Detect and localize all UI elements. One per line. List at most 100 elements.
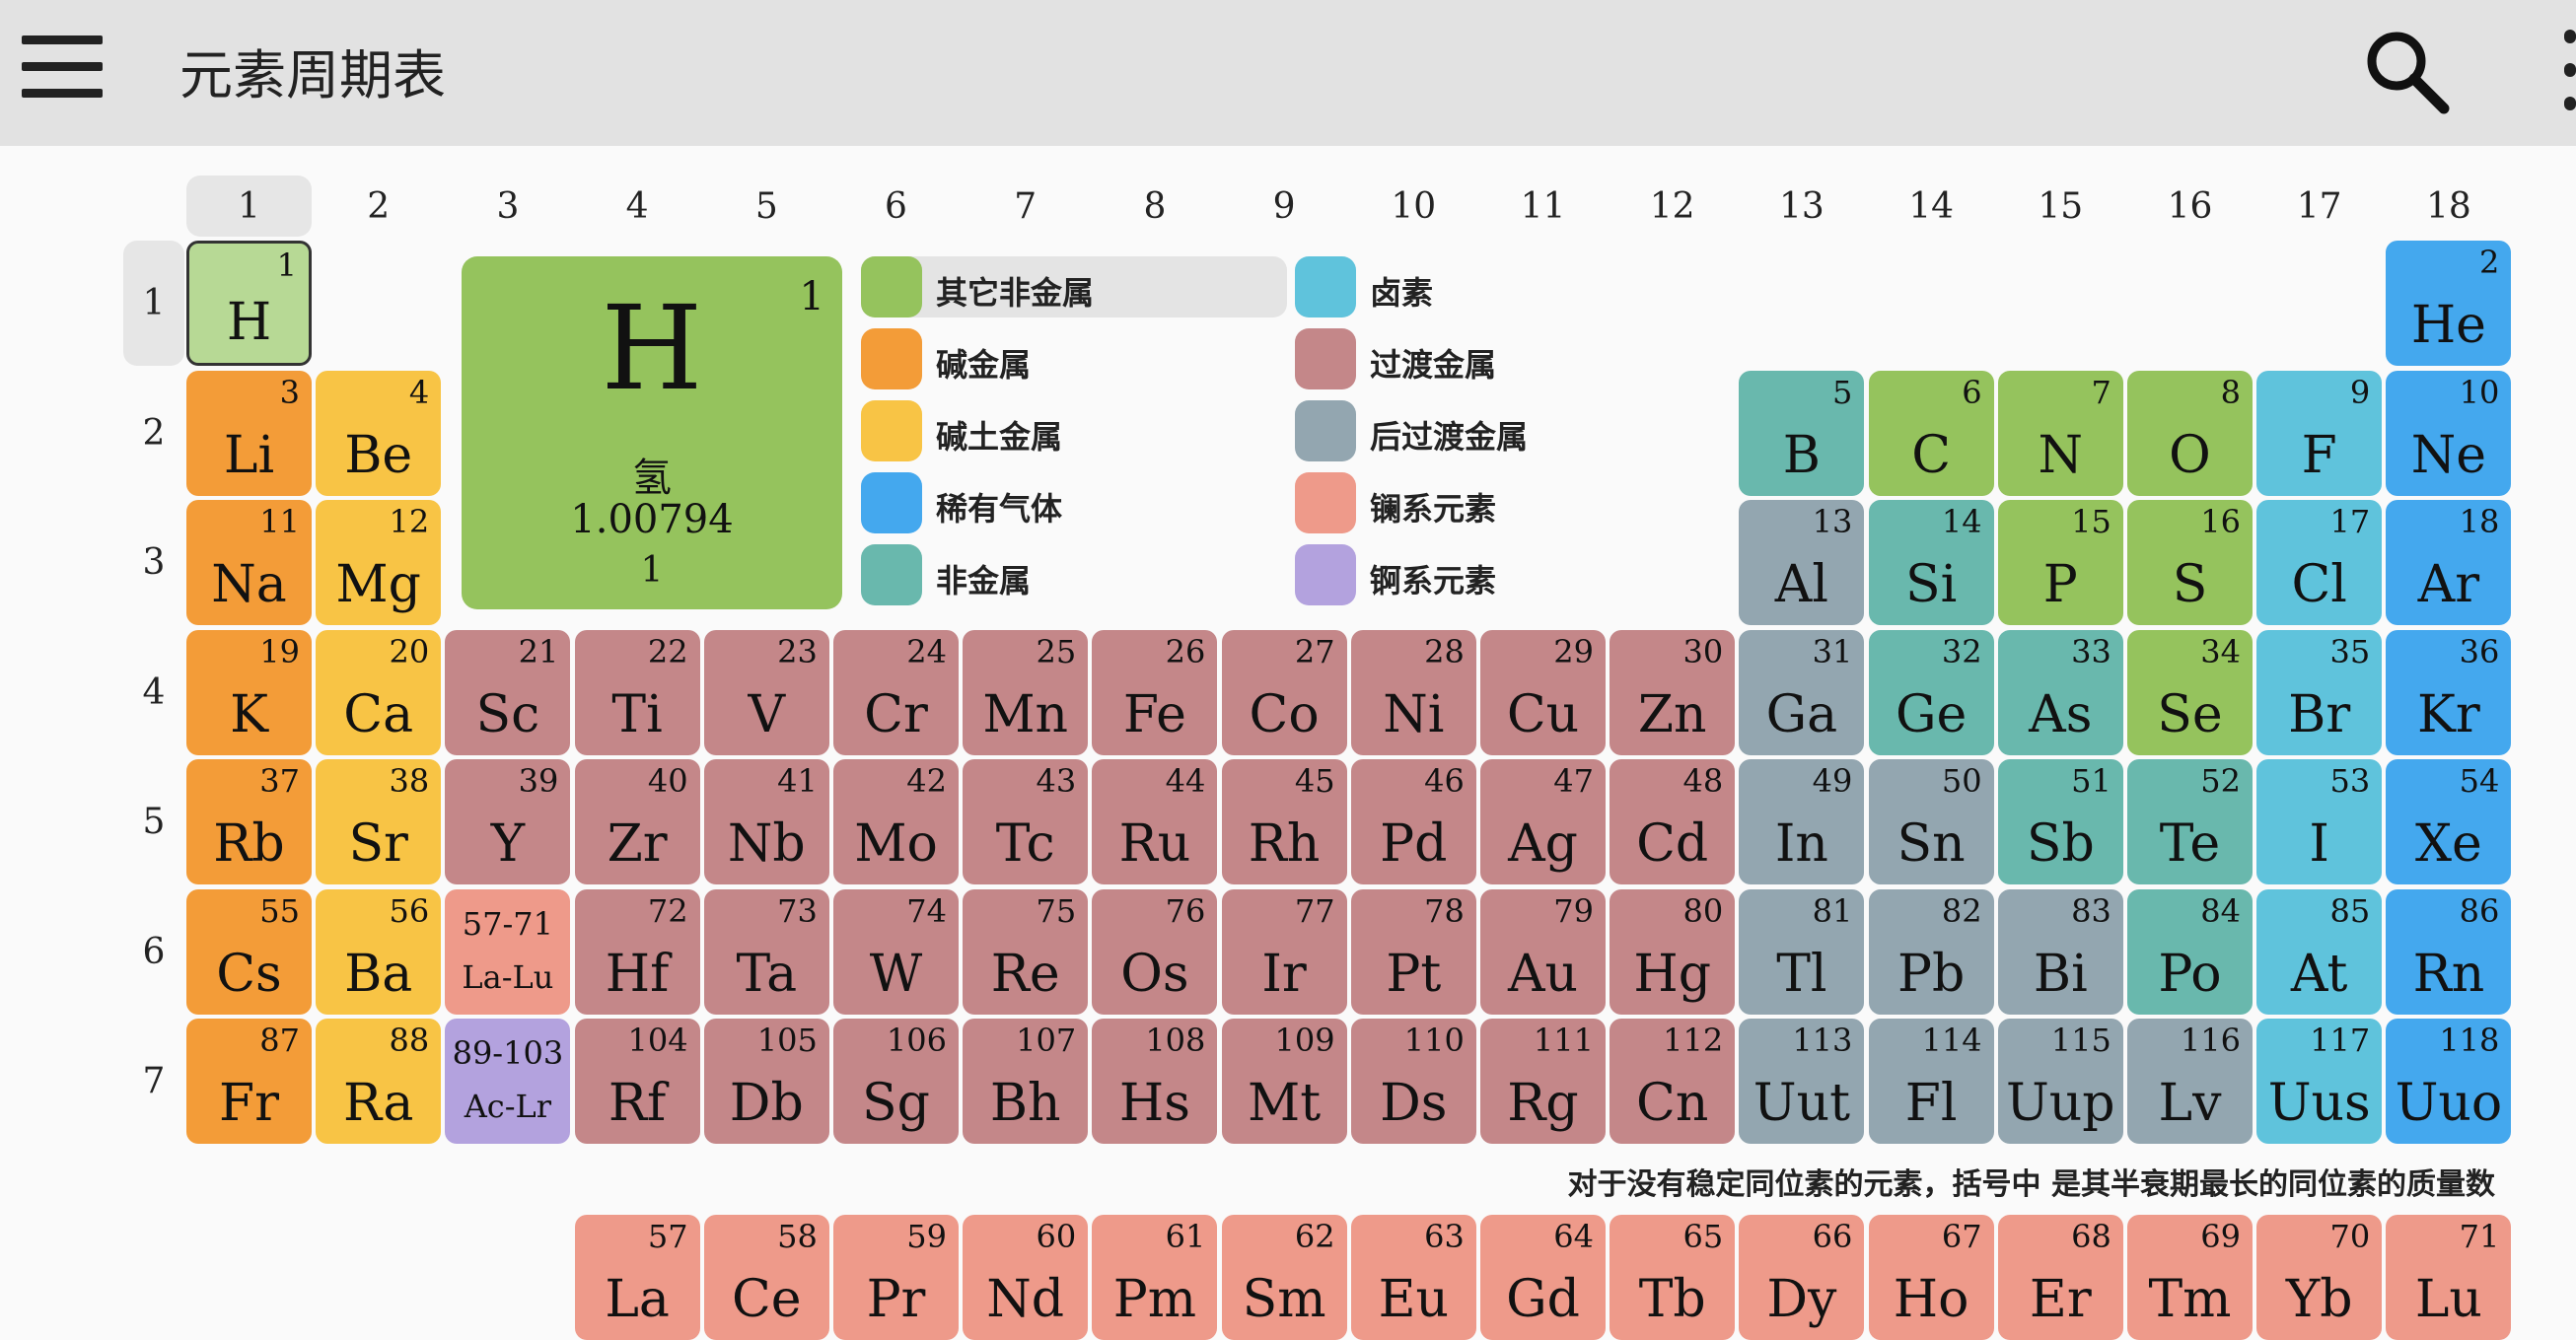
element-cell-Gd[interactable]: 64 Gd bbox=[1480, 1215, 1606, 1340]
element-cell-Uut[interactable]: 113 Uut bbox=[1739, 1019, 1865, 1144]
element-cell-Tc[interactable]: 43 Tc bbox=[963, 759, 1089, 884]
period-number-1[interactable]: 1 bbox=[123, 241, 184, 366]
group-number-9[interactable]: 9 bbox=[1222, 176, 1347, 237]
element-cell-Sr[interactable]: 38 Sr bbox=[316, 759, 442, 884]
element-cell-Sg[interactable]: 106 Sg bbox=[833, 1019, 959, 1144]
element-cell-H[interactable]: 1H bbox=[186, 241, 312, 366]
element-cell-Mt[interactable]: 109 Mt bbox=[1221, 1019, 1347, 1144]
element-cell-Rg[interactable]: 111 Rg bbox=[1480, 1019, 1606, 1144]
element-cell-Db[interactable]: 105 Db bbox=[703, 1019, 829, 1144]
element-cell-Sb[interactable]: 51 Sb bbox=[1997, 759, 2123, 884]
element-cell-Pb[interactable]: 82 Pb bbox=[1868, 888, 1994, 1015]
element-cell-Tb[interactable]: 65 Tb bbox=[1610, 1215, 1736, 1340]
element-cell-Zr[interactable]: 40 Zr bbox=[574, 759, 700, 884]
element-cell-Pm[interactable]: 61 Pm bbox=[1092, 1215, 1218, 1340]
element-cell-Bi[interactable]: 83 Bi bbox=[1997, 888, 2123, 1015]
element-cell-N[interactable]: 7N bbox=[1997, 370, 2123, 496]
element-cell-Dy[interactable]: 66 Dy bbox=[1739, 1215, 1865, 1340]
legend-item-halogen[interactable]: 卤素 bbox=[1295, 256, 1650, 317]
element-cell-Eu[interactable]: 63 Eu bbox=[1350, 1215, 1476, 1340]
element-cell-Ba[interactable]: 56 Ba bbox=[316, 888, 442, 1015]
element-cell-Ru[interactable]: 44 Ru bbox=[1092, 759, 1218, 884]
element-cell-Ni[interactable]: 28 Ni bbox=[1350, 629, 1476, 755]
element-cell-Fe[interactable]: 26 Fe bbox=[1092, 629, 1218, 755]
legend-item-transition_metal[interactable]: 过渡金属 bbox=[1295, 328, 1650, 389]
element-cell-Zn[interactable]: 30 Zn bbox=[1610, 629, 1736, 755]
period-number-7[interactable]: 7 bbox=[123, 1019, 184, 1144]
element-cell-P[interactable]: 15 P bbox=[1997, 500, 2123, 625]
element-cell-Ho[interactable]: 67 Ho bbox=[1868, 1215, 1994, 1340]
element-cell-Tl[interactable]: 81 Tl bbox=[1739, 888, 1865, 1015]
element-cell-Mo[interactable]: 42 Mo bbox=[833, 759, 959, 884]
period-number-2[interactable]: 2 bbox=[123, 371, 184, 496]
element-cell-Au[interactable]: 79 Au bbox=[1480, 888, 1606, 1015]
element-cell-Hg[interactable]: 80 Hg bbox=[1610, 888, 1736, 1015]
legend-item-actinide[interactable]: 锕系元素 bbox=[1295, 544, 1650, 605]
element-cell-Nd[interactable]: 60 Nd bbox=[963, 1215, 1089, 1340]
element-cell-Be[interactable]: 4 Be bbox=[316, 370, 442, 496]
group-number-10[interactable]: 10 bbox=[1351, 176, 1476, 237]
element-cell-Cu[interactable]: 29 Cu bbox=[1480, 629, 1606, 755]
element-cell-Rf[interactable]: 104 Rf bbox=[574, 1019, 700, 1144]
element-cell-Sm[interactable]: 62 Sm bbox=[1221, 1215, 1347, 1340]
element-cell-At[interactable]: 85 At bbox=[2256, 888, 2383, 1015]
element-cell-Ra[interactable]: 88 Ra bbox=[316, 1019, 442, 1144]
legend-item-nonmetal[interactable]: 非金属 bbox=[861, 544, 1216, 605]
legend-item-noble_gas[interactable]: 稀有气体 bbox=[861, 472, 1216, 533]
element-cell-Mn[interactable]: 25 Mn bbox=[963, 629, 1089, 755]
group-number-13[interactable]: 13 bbox=[1739, 176, 1864, 237]
group-number-11[interactable]: 11 bbox=[1480, 176, 1606, 237]
element-cell-Si[interactable]: 14 Si bbox=[1868, 500, 1994, 625]
element-cell-He[interactable]: 2 He bbox=[2386, 241, 2512, 366]
element-cell-F[interactable]: 9F bbox=[2256, 370, 2383, 496]
group-number-16[interactable]: 16 bbox=[2127, 176, 2253, 237]
legend-item-other_nonmetal[interactable]: 其它非金属 bbox=[861, 256, 1287, 317]
element-cell-Ar[interactable]: 18 Ar bbox=[2386, 500, 2512, 625]
element-cell-Tm[interactable]: 69 Tm bbox=[2127, 1215, 2253, 1340]
element-cell-Al[interactable]: 13 Al bbox=[1739, 500, 1865, 625]
group-number-5[interactable]: 5 bbox=[704, 176, 829, 237]
series-placeholder-La-Lu[interactable]: 57-71 La-Lu bbox=[445, 888, 571, 1015]
legend-item-alkali_metal[interactable]: 碱金属 bbox=[861, 328, 1216, 389]
element-cell-Ce[interactable]: 58 Ce bbox=[703, 1215, 829, 1340]
element-cell-Fr[interactable]: 87 Fr bbox=[186, 1019, 312, 1144]
element-cell-V[interactable]: 23 V bbox=[703, 629, 829, 755]
element-cell-Lv[interactable]: 116 Lv bbox=[2127, 1019, 2253, 1144]
element-cell-I[interactable]: 53 I bbox=[2256, 759, 2383, 884]
group-number-15[interactable]: 15 bbox=[1998, 176, 2123, 237]
element-cell-Li[interactable]: 3 Li bbox=[186, 370, 312, 496]
element-cell-Xe[interactable]: 54 Xe bbox=[2386, 759, 2512, 884]
element-cell-Br[interactable]: 35 Br bbox=[2256, 629, 2383, 755]
legend-item-post_transition[interactable]: 后过渡金属 bbox=[1295, 400, 1650, 461]
period-number-4[interactable]: 4 bbox=[123, 630, 184, 755]
element-cell-Ta[interactable]: 73 Ta bbox=[703, 888, 829, 1015]
element-cell-Te[interactable]: 52 Te bbox=[2127, 759, 2253, 884]
element-cell-Ti[interactable]: 22 Ti bbox=[574, 629, 700, 755]
element-cell-Ds[interactable]: 110 Ds bbox=[1350, 1019, 1476, 1144]
series-placeholder-Ac-Lr[interactable]: 89-103 Ac-Lr bbox=[445, 1019, 571, 1144]
group-number-8[interactable]: 8 bbox=[1092, 176, 1217, 237]
element-cell-Rb[interactable]: 37 Rb bbox=[186, 759, 312, 884]
element-cell-Yb[interactable]: 70 Yb bbox=[2256, 1215, 2383, 1340]
group-number-12[interactable]: 12 bbox=[1610, 176, 1735, 237]
element-cell-Kr[interactable]: 36 Kr bbox=[2386, 629, 2512, 755]
element-cell-K[interactable]: 19 K bbox=[186, 629, 312, 755]
group-number-1[interactable]: 1 bbox=[186, 176, 312, 237]
period-number-5[interactable]: 5 bbox=[123, 759, 184, 884]
element-cell-Ca[interactable]: 20 Ca bbox=[316, 629, 442, 755]
element-cell-Er[interactable]: 68 Er bbox=[1997, 1215, 2123, 1340]
element-cell-Rh[interactable]: 45 Rh bbox=[1221, 759, 1347, 884]
element-cell-Os[interactable]: 76 Os bbox=[1092, 888, 1218, 1015]
group-number-6[interactable]: 6 bbox=[833, 176, 959, 237]
period-number-6[interactable]: 6 bbox=[123, 889, 184, 1015]
group-number-18[interactable]: 18 bbox=[2386, 176, 2511, 237]
element-cell-Y[interactable]: 39 Y bbox=[445, 759, 571, 884]
element-cell-Cl[interactable]: 17 Cl bbox=[2256, 500, 2383, 625]
element-cell-Hs[interactable]: 108 Hs bbox=[1092, 1019, 1218, 1144]
element-cell-Na[interactable]: 11 Na bbox=[186, 500, 312, 625]
element-cell-Lu[interactable]: 71 Lu bbox=[2386, 1215, 2512, 1340]
element-cell-Se[interactable]: 34 Se bbox=[2127, 629, 2253, 755]
element-cell-Fl[interactable]: 114 Fl bbox=[1868, 1019, 1994, 1144]
element-cell-Uup[interactable]: 115 Uup bbox=[1997, 1019, 2123, 1144]
element-cell-S[interactable]: 16 S bbox=[2127, 500, 2253, 625]
